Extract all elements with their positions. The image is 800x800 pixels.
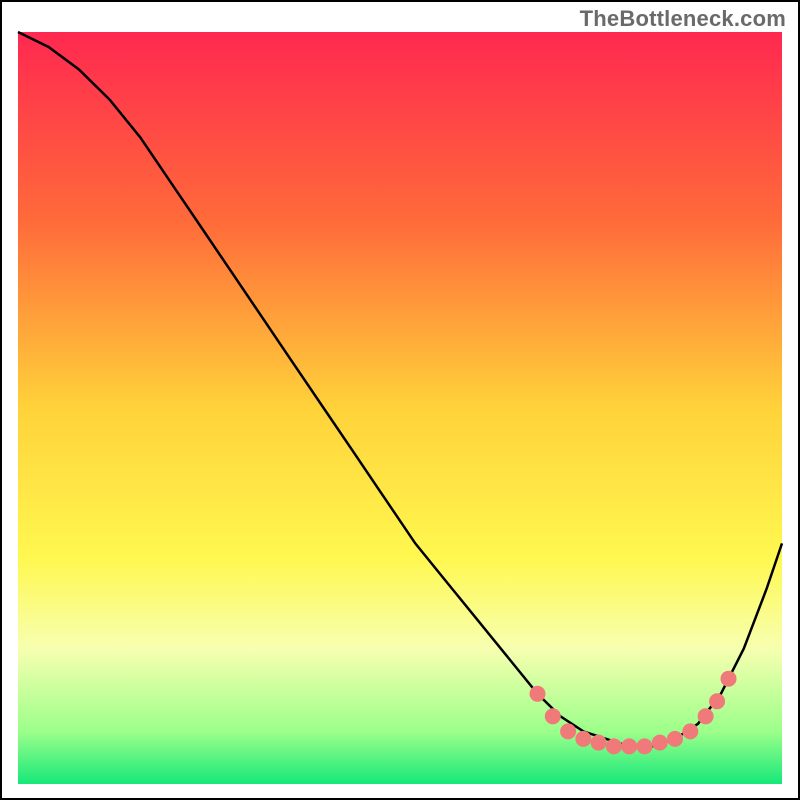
curve-marker xyxy=(709,693,725,709)
curve-marker xyxy=(591,735,607,751)
curve-marker xyxy=(560,723,576,739)
curve-marker xyxy=(606,738,622,754)
curve-marker xyxy=(575,731,591,747)
curve-marker xyxy=(721,671,737,687)
curve-marker xyxy=(530,686,546,702)
watermark-label: TheBottleneck.com xyxy=(580,6,786,32)
curve-marker xyxy=(652,735,668,751)
curve-marker xyxy=(621,738,637,754)
curve-marker xyxy=(667,731,683,747)
chart-svg xyxy=(0,0,800,800)
curve-marker xyxy=(545,708,561,724)
curve-marker xyxy=(637,738,653,754)
chart-container: TheBottleneck.com xyxy=(0,0,800,800)
plot-background xyxy=(18,32,782,784)
curve-marker xyxy=(682,723,698,739)
curve-marker xyxy=(698,708,714,724)
